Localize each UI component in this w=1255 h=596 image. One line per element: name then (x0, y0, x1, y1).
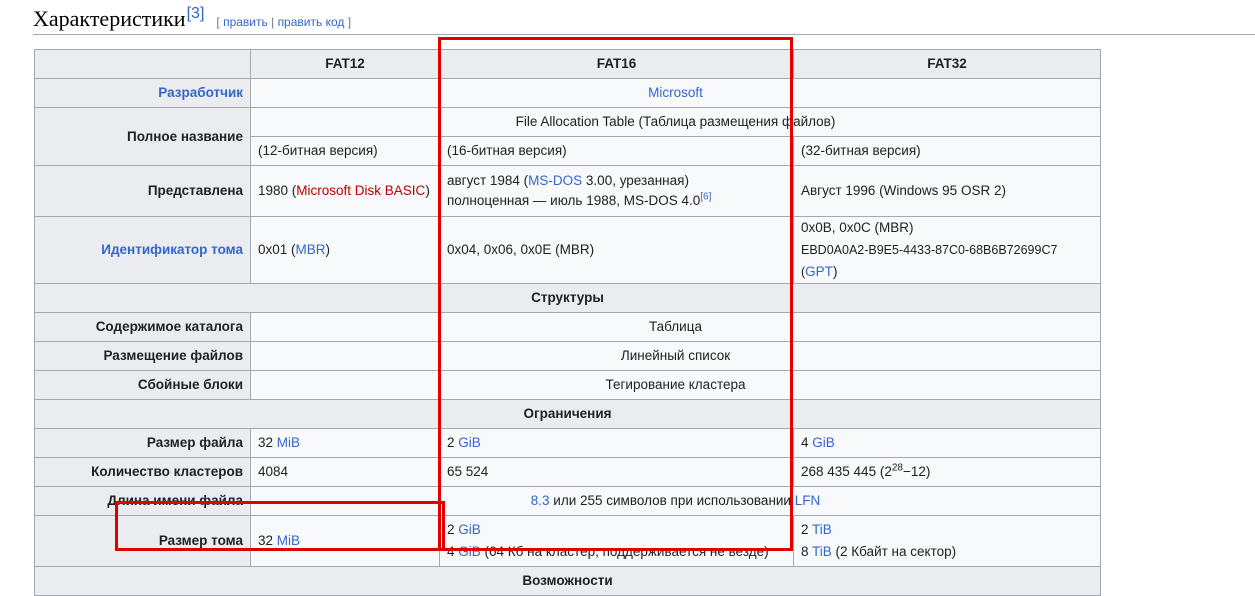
8-3-link[interactable]: 8.3 (531, 493, 550, 508)
row-label-directory: Содержимое каталога (34, 312, 251, 342)
row-label-allocation: Размещение файлов (34, 341, 251, 371)
tib-link[interactable]: TiB (812, 544, 832, 559)
gib-link[interactable]: GiB (458, 435, 481, 450)
gpt-link[interactable]: GPT (805, 264, 833, 279)
table-row: Разработчик Microsoft (34, 78, 1101, 108)
mib-link[interactable]: MiB (277, 533, 300, 548)
mbr-link[interactable]: MBR (296, 242, 326, 257)
table-row: Количество кластеров 4084 65 524 268 435… (34, 457, 1101, 487)
mib-link[interactable]: MiB (277, 435, 300, 450)
section-limits: Ограничения (34, 399, 1101, 429)
table-row: Размещение файлов Линейный список (34, 341, 1101, 371)
section-heading: Характеристики [3] [ править | править к… (33, 5, 352, 32)
table-row: Полное название File Allocation Table (Т… (34, 107, 1101, 166)
reference-6-link[interactable]: [6] (700, 192, 711, 203)
developer-link[interactable]: Разработчик (158, 85, 243, 100)
gib-link[interactable]: GiB (458, 544, 481, 559)
fat16-volume-id: 0x04, 0x06, 0x0E (MBR) (439, 216, 794, 284)
table-row: Идентификатор тома 0x01 (MBR) 0x04, 0x06… (34, 216, 1101, 284)
column-header-fat16: FAT16 (439, 49, 794, 79)
heading-divider (33, 34, 1255, 35)
section-structures: Структуры (34, 283, 1101, 313)
characteristics-table: FAT12 FAT16 FAT32 Разработчик Microsoft … (34, 49, 1101, 596)
table-row: Представлена 1980 (Microsoft Disk BASIC)… (34, 165, 1101, 217)
row-label-introduced: Представлена (34, 165, 251, 217)
section-row: Ограничения (34, 399, 1101, 429)
table-header-row: FAT12 FAT16 FAT32 (34, 49, 1101, 79)
fat32-introduced: Август 1996 (Windows 95 OSR 2) (793, 165, 1101, 217)
section-row: Возможности (34, 566, 1101, 596)
row-label-volume-size: Размер тома (34, 515, 251, 567)
lfn-link[interactable]: LFN (795, 493, 821, 508)
microsoft-link[interactable]: Microsoft (648, 85, 703, 100)
row-label-full-name: Полное название (34, 107, 251, 166)
fat16-version: (16-битная версия) (439, 136, 794, 166)
section-row: Структуры (34, 283, 1101, 313)
section-title: Характеристики (33, 6, 186, 31)
row-label-filename-length: Длина имени файла (34, 486, 251, 516)
edit-links: [ править | править код ] (216, 15, 352, 29)
table-row: Сбойные блоки Тегирование кластера (34, 370, 1101, 400)
table-row: Размер файла 32 MiB 2 GiB 4 GiB (34, 428, 1101, 458)
heading-reference-link[interactable]: [3] (187, 5, 205, 23)
column-header-fat32: FAT32 (793, 49, 1101, 79)
microsoft-disk-basic-link[interactable]: Microsoft Disk BASIC (296, 183, 425, 198)
volume-id-link[interactable]: Идентификатор тома (101, 242, 243, 257)
gib-link[interactable]: GiB (458, 522, 481, 537)
table-row: Размер тома 32 MiB 2 GiB 4 GiB (64 Кб на … (34, 515, 1101, 567)
edit-link[interactable]: править (223, 15, 268, 29)
section-features: Возможности (34, 566, 1101, 596)
ms-dos-link[interactable]: MS-DOS (528, 173, 582, 188)
row-label-bad-blocks: Сбойные блоки (34, 370, 251, 400)
full-name-value: File Allocation Table (Таблица размещени… (250, 107, 1101, 137)
fat32-version: (32-битная версия) (793, 136, 1101, 166)
column-header-fat12: FAT12 (250, 49, 440, 79)
row-label-file-size: Размер файла (34, 428, 251, 458)
corner-cell (34, 49, 251, 79)
table-row: Содержимое каталога Таблица (34, 312, 1101, 342)
fat12-version: (12-битная версия) (250, 136, 440, 166)
edit-code-link[interactable]: править код (278, 15, 345, 29)
row-label-clusters: Количество кластеров (34, 457, 251, 487)
gib-link[interactable]: GiB (812, 435, 835, 450)
tib-link[interactable]: TiB (812, 522, 832, 537)
table-row: Длина имени файла 8.3 или 255 символов п… (34, 486, 1101, 516)
